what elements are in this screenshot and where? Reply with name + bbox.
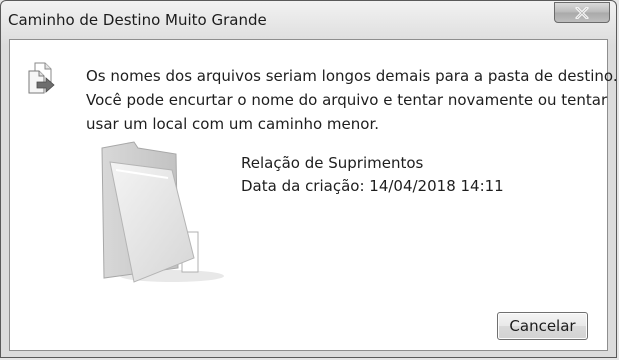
message-line: Os nomes dos arquivos seriam longos dema… [86, 67, 618, 85]
dialog-content: Os nomes dos arquivos seriam longos dema… [9, 39, 618, 351]
message-text: Os nomes dos arquivos seriam longos dema… [86, 64, 618, 136]
close-icon [575, 6, 589, 19]
file-name: Relação de Suprimentos [241, 154, 424, 172]
folder-icon [101, 141, 224, 283]
file-move-icon [28, 62, 55, 94]
close-button[interactable] [554, 2, 610, 23]
dialog-title: Caminho de Destino Muito Grande [8, 11, 267, 29]
dialog-window: Caminho de Destino Muito Grande Os nomes… [0, 0, 618, 358]
file-details: Relação de Suprimentos Data da criação: … [241, 152, 504, 198]
file-created-date: Data da criação: 14/04/2018 14:11 [241, 177, 504, 195]
message-line: Você pode encurtar o nome do arquivo e t… [86, 91, 608, 109]
title-bar[interactable]: Caminho de Destino Muito Grande [1, 1, 616, 39]
message-line: usar um local com um caminho menor. [86, 115, 380, 133]
cancel-button[interactable]: Cancelar [497, 312, 588, 340]
